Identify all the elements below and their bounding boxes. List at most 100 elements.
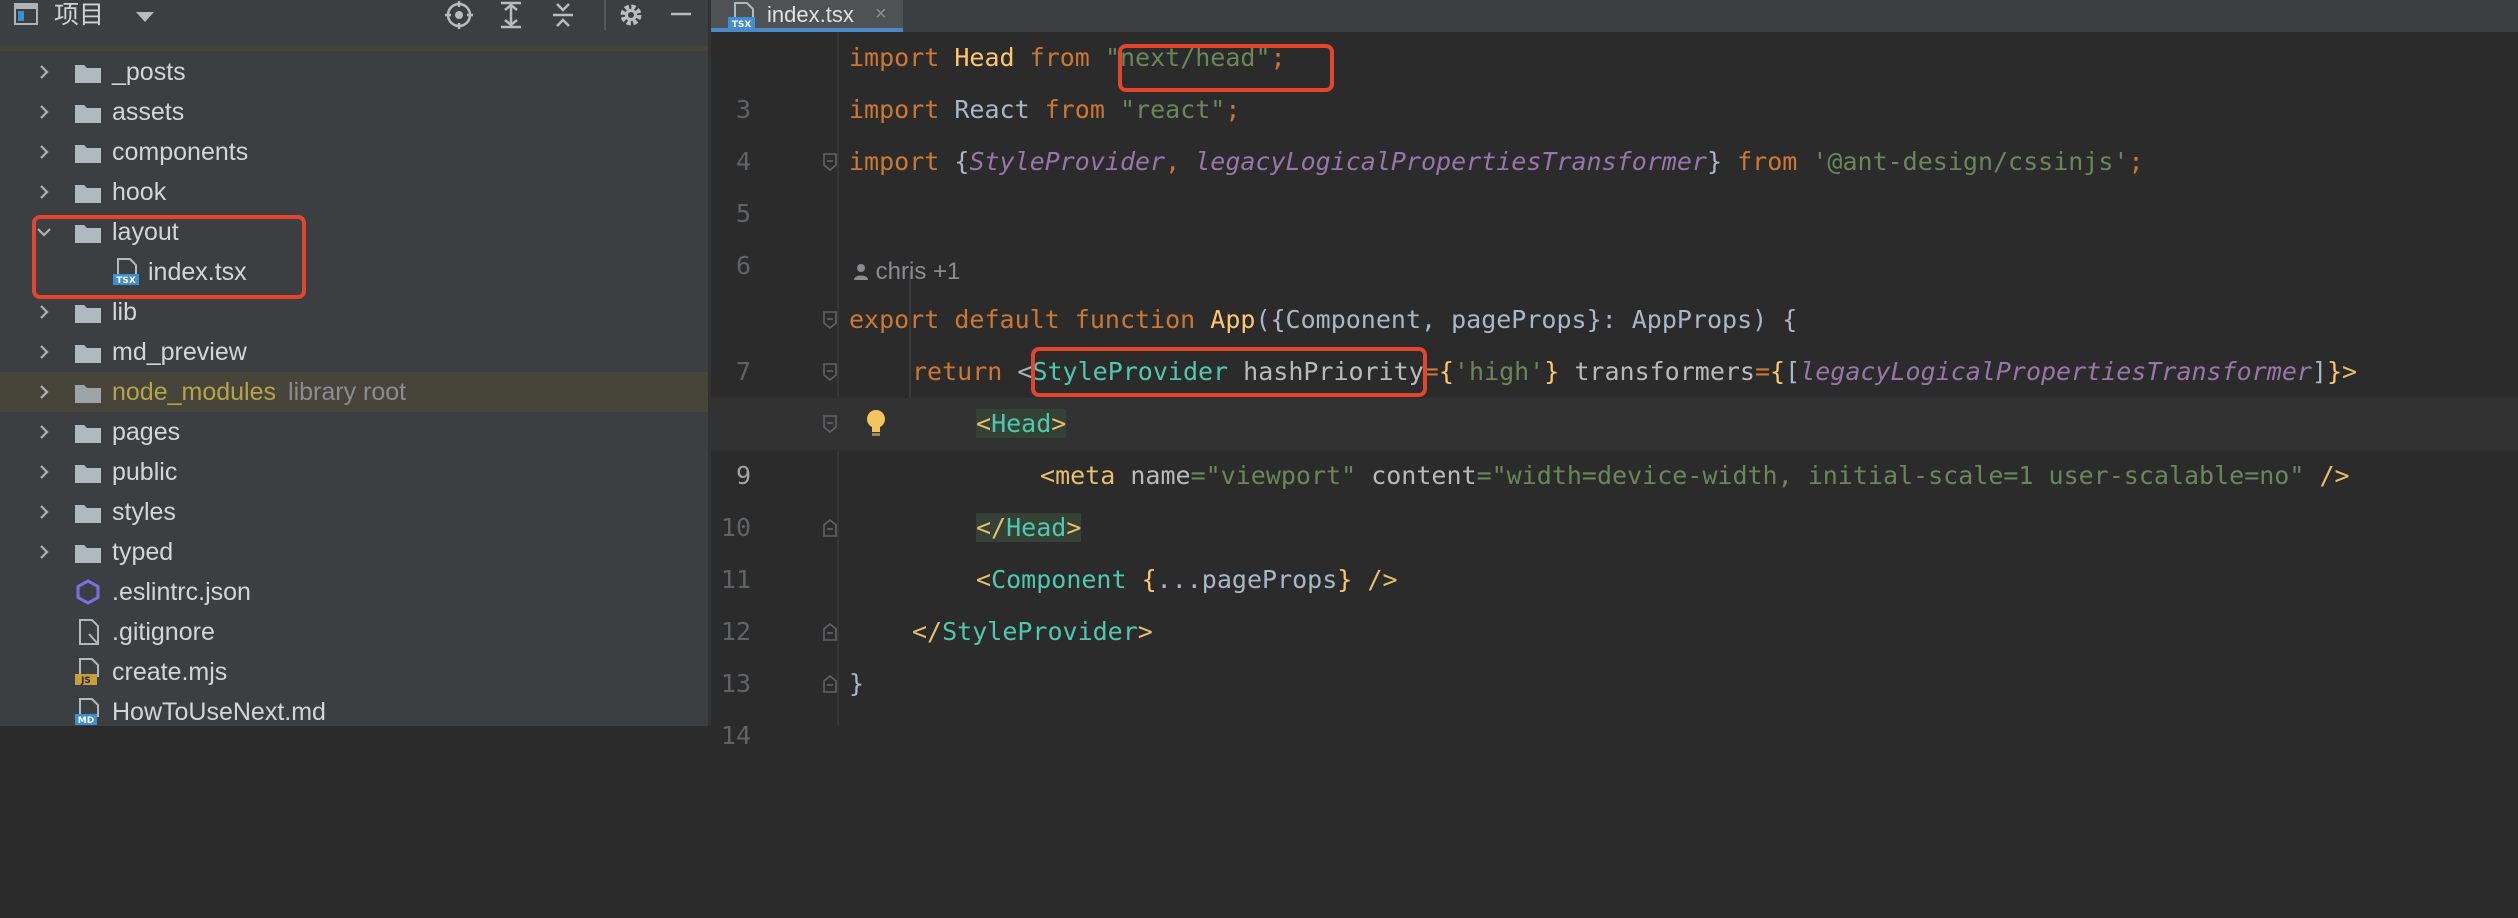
code-line-12: 12 <Component {...pageProps} /> (711, 554, 2518, 646)
chevron-right-icon[interactable] (36, 424, 52, 440)
chevron-right-icon[interactable] (36, 464, 52, 480)
code-line-9: 9 <Head> (711, 398, 2518, 490)
code-line-11: 11 </Head> (711, 502, 2518, 594)
tree-item-md-preview[interactable]: md_preview (0, 332, 708, 372)
keyword: from (1737, 147, 1798, 176)
tree-item-label: .gitignore (112, 618, 215, 646)
library-root-suffix: library root (288, 378, 407, 406)
tag-bracket: > (2342, 357, 2358, 386)
fold-icon[interactable] (822, 674, 838, 694)
chevron-right-icon[interactable] (36, 104, 52, 120)
folder-icon (75, 425, 101, 443)
brace: } (849, 669, 865, 698)
tree-item-assets[interactable]: assets (0, 92, 708, 132)
tree-item-label: typed (112, 538, 174, 566)
identifier: React (954, 95, 1030, 124)
tag-name: StyleProvider (942, 617, 1138, 646)
locate-file-icon[interactable] (442, 0, 476, 30)
tree-item-create-mjs[interactable]: JS create.mjs (0, 652, 708, 692)
folder-icon (75, 545, 101, 563)
equals: = (1754, 357, 1771, 386)
annotation-box-hash-priority (1031, 347, 1427, 397)
tree-item-label: _posts (112, 58, 186, 86)
tree-item-posts[interactable]: _posts (0, 52, 708, 92)
fold-icon[interactable] (822, 152, 838, 172)
tree-item-hook[interactable]: hook (0, 172, 708, 212)
code-line-8: 8 return <StyleProvider hashPriority={'h… (711, 346, 2518, 438)
folder-icon (75, 385, 101, 403)
tree-item-components[interactable]: components (0, 132, 708, 172)
toolbar-separator (604, 0, 606, 30)
tree-item-pages[interactable]: pages (0, 412, 708, 452)
tag-bracket: /> (2319, 461, 2350, 490)
tree-item-typed[interactable]: typed (0, 532, 708, 572)
bracket: ] (2311, 357, 2327, 386)
keyword: export (849, 305, 940, 334)
author-hint-text: chris +1 (875, 258, 961, 285)
bracket: [ (1785, 357, 1801, 386)
code-line-6: 6 (711, 188, 2518, 280)
brace: { (954, 147, 970, 176)
tree-item-howtousenext[interactable]: MD HowToUseNext.md (0, 692, 708, 726)
code-editor[interactable]: 3 import Head from "next/head"; 4 import… (711, 32, 2518, 750)
project-panel: 项目 _posts assets components hook layout … (0, 0, 708, 726)
chevron-right-icon[interactable] (36, 384, 52, 400)
string: '@ant-design/cssinjs' (1812, 147, 2129, 176)
chevron-right-icon[interactable] (36, 304, 52, 320)
tag-name: meta (1055, 461, 1116, 490)
gear-icon[interactable] (614, 0, 648, 30)
line-number: 14 (720, 721, 751, 750)
lightbulb-icon[interactable] (864, 409, 888, 439)
fold-icon[interactable] (822, 518, 838, 538)
identifier: legacyLogicalPropertiesTransformer (1195, 147, 1707, 176)
fold-icon[interactable] (822, 310, 838, 330)
tree-item-node-modules[interactable]: node_modules library root (0, 372, 708, 412)
chevron-right-icon[interactable] (36, 504, 52, 520)
eslint-icon (76, 579, 100, 605)
chevron-down-icon[interactable] (136, 12, 154, 22)
identifier: legacyLogicalPropertiesTransformer (1800, 357, 2312, 386)
close-icon[interactable]: × (875, 0, 887, 28)
spread-props: ...pageProps (1156, 565, 1338, 594)
author-inlay-hint[interactable]: chris +1 (853, 252, 960, 292)
string: "viewport" (1205, 461, 1357, 490)
user-icon (854, 264, 868, 280)
equals: = (1190, 461, 1206, 490)
tree-item-label: create.mjs (112, 658, 228, 686)
project-panel-title[interactable]: 项目 (54, 0, 104, 30)
editor-tab-bar: TSX index.tsx × (711, 0, 2518, 32)
tree-item-public[interactable]: public (0, 452, 708, 492)
folder-icon (75, 185, 101, 203)
tag-bracket: > (1066, 513, 1082, 542)
folder-icon (75, 305, 101, 323)
tree-item-label: node_modules library root (112, 372, 406, 412)
tag-name: Head (991, 409, 1052, 438)
equals: = (1476, 461, 1492, 490)
tree-item-label: pages (112, 418, 181, 446)
minimize-icon[interactable] (664, 0, 698, 30)
chevron-right-icon[interactable] (36, 184, 52, 200)
chevron-right-icon[interactable] (36, 544, 52, 560)
expand-all-icon[interactable] (494, 0, 528, 30)
chevron-right-icon[interactable] (36, 344, 52, 360)
tree-item-styles[interactable]: styles (0, 492, 708, 532)
folder-icon (75, 345, 101, 363)
tree-item-label: public (112, 458, 178, 486)
brace: } (1337, 565, 1353, 594)
chevron-right-icon[interactable] (36, 64, 52, 80)
tsx-file-icon: TSX (728, 2, 755, 30)
code-line-5: 5 import {StyleProvider, legacyLogicalPr… (711, 136, 2518, 228)
tag-bracket: > (1051, 409, 1067, 438)
semicolon: ; (1225, 95, 1241, 124)
chevron-right-icon[interactable] (36, 144, 52, 160)
fold-icon[interactable] (822, 414, 838, 434)
tag-bracket: > (1137, 617, 1153, 646)
collapse-all-icon[interactable] (546, 0, 580, 30)
identifier: StyleProvider (969, 147, 1166, 176)
tree-item-eslintrc[interactable]: .eslintrc.json (0, 572, 708, 612)
tab-index-tsx[interactable]: TSX index.tsx × (711, 0, 903, 32)
fold-icon[interactable] (822, 362, 838, 382)
tag-bracket: < (976, 565, 992, 594)
fold-icon[interactable] (822, 622, 838, 642)
tree-item-gitignore[interactable]: .gitignore (0, 612, 708, 652)
